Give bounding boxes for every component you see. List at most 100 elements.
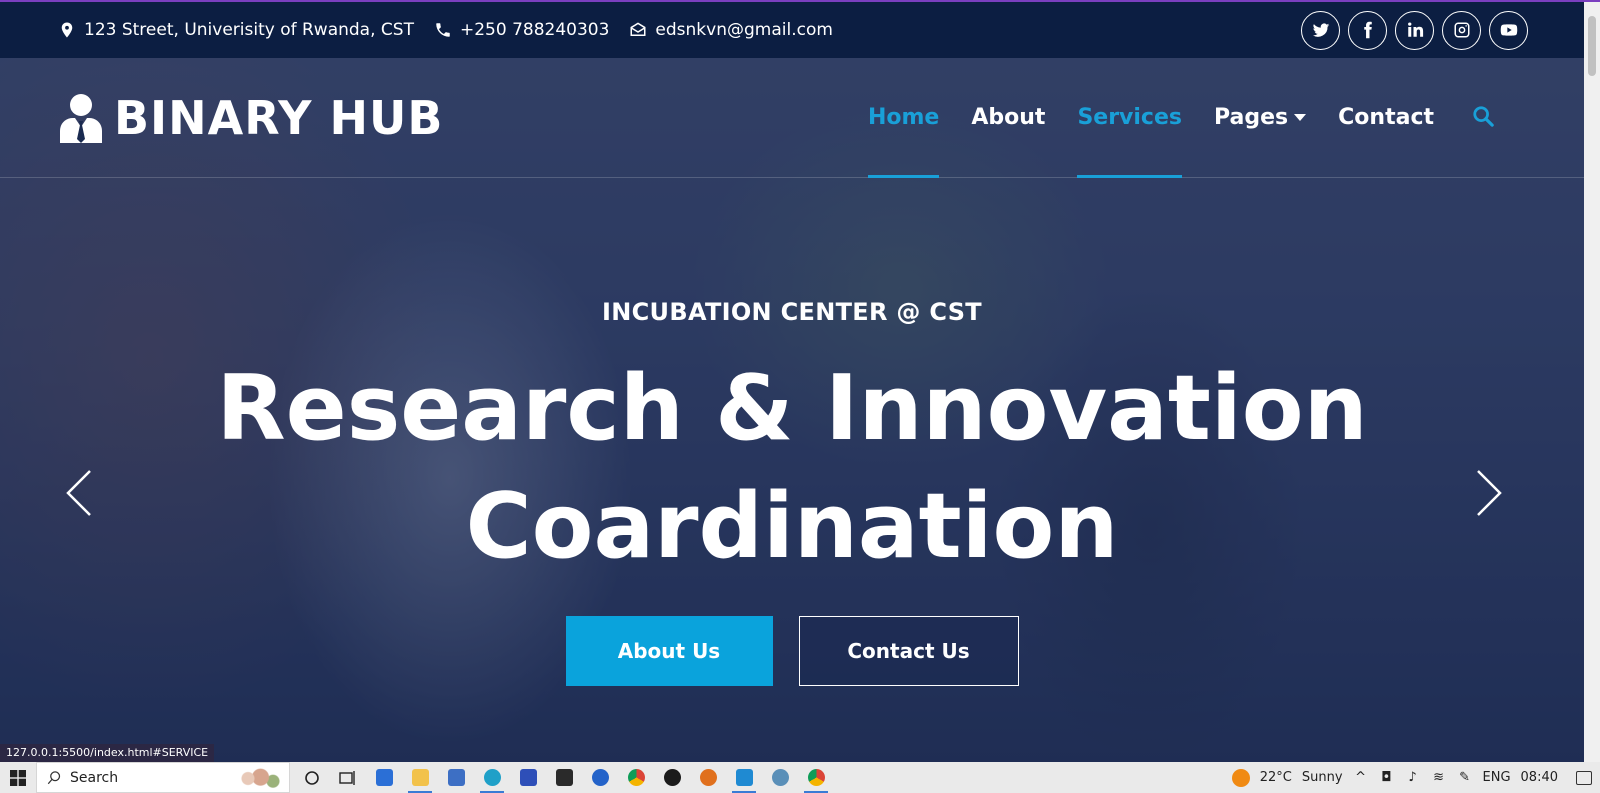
about-us-button[interactable]: About Us — [565, 616, 773, 686]
hero-headline-line1: Research & Innovation — [216, 356, 1368, 461]
vscode-app[interactable] — [726, 762, 762, 793]
taskbar-apps — [294, 762, 834, 793]
chrome-active-app[interactable] — [798, 762, 834, 793]
chrome-icon — [807, 769, 825, 786]
terminal-app[interactable] — [546, 762, 582, 793]
pen-icon[interactable]: ✎ — [1457, 770, 1473, 786]
store-app[interactable] — [366, 762, 402, 793]
search-highlight-image — [233, 765, 283, 792]
email-text: edsnkvn@gmail.com — [655, 20, 833, 40]
link-status-url: 127.0.0.1:5500/index.html#SERVICE — [0, 744, 215, 762]
weather-temp[interactable]: 22°C — [1260, 770, 1292, 785]
twitter-link[interactable] — [1301, 10, 1340, 50]
taskbar-search-label: Search — [70, 769, 119, 786]
top-contact-bar: 123 Street, Univerisity of Rwanda, CST +… — [0, 2, 1584, 58]
magnifier-app[interactable] — [762, 762, 798, 793]
task-view-icon — [339, 770, 355, 785]
news-app[interactable] — [438, 762, 474, 793]
edge-icon — [483, 769, 501, 786]
system-tray: 22°C Sunny ^ ◘ ♪ ≋ ✎ ENG 08:40 — [1231, 768, 1600, 787]
spotlight-app[interactable] — [510, 762, 546, 793]
address-item: 123 Street, Univerisity of Rwanda, CST — [58, 20, 414, 40]
nav-about[interactable]: About — [971, 58, 1045, 178]
search-tool-app[interactable] — [690, 762, 726, 793]
nav-pages-dropdown[interactable]: Pages — [1214, 58, 1307, 178]
sun-icon — [1231, 768, 1250, 787]
chrome-icon — [627, 769, 645, 786]
task-view-button[interactable] — [330, 762, 366, 793]
nav-services[interactable]: Services — [1077, 58, 1182, 178]
facebook-link[interactable] — [1348, 10, 1387, 50]
typora-icon — [591, 769, 609, 786]
phone-icon — [436, 23, 450, 37]
nav-pages-label: Pages — [1214, 105, 1289, 130]
chevron-left-icon — [66, 470, 91, 516]
search-icon — [1473, 105, 1494, 127]
hero-headline: Research & Innovation Coardination — [0, 350, 1584, 586]
facebook-icon — [1363, 21, 1372, 39]
twitter-icon — [1312, 23, 1329, 37]
phone-item: +250 788240303 — [434, 20, 609, 40]
search-icon — [47, 771, 61, 785]
youtube-icon — [1500, 24, 1517, 36]
zoom-icon — [771, 769, 789, 786]
language-indicator[interactable]: ENG — [1483, 770, 1511, 785]
carousel-prev-button[interactable] — [58, 463, 98, 523]
edge-app[interactable] — [474, 762, 510, 793]
address-text: 123 Street, Univerisity of Rwanda, CST — [84, 20, 414, 40]
envelope-open-icon — [630, 22, 646, 36]
main-navbar: BINARY HUB Home About Services Pages Con… — [0, 58, 1584, 178]
instagram-icon — [1454, 22, 1469, 38]
typora-app[interactable] — [582, 762, 618, 793]
notification-icon[interactable] — [1576, 770, 1592, 785]
file-explorer-app[interactable] — [402, 762, 438, 793]
meet-now-icon[interactable]: ◘ — [1379, 770, 1395, 786]
nav-contact[interactable]: Contact — [1338, 58, 1434, 178]
nav-menu: Home About Services Pages Contact — [852, 58, 1494, 178]
cortana-button[interactable] — [294, 762, 330, 793]
brand-name: BINARY HUB — [114, 90, 444, 145]
linkedin-link[interactable] — [1395, 10, 1434, 50]
volume-icon[interactable]: ♪ — [1405, 770, 1421, 786]
weather-text[interactable]: Sunny — [1302, 770, 1343, 785]
page-scrollbar[interactable] — [1584, 2, 1600, 762]
social-links — [1301, 10, 1528, 50]
taskbar-search[interactable]: Search — [36, 762, 290, 793]
magnifier-icon — [699, 769, 717, 786]
instagram-link[interactable] — [1442, 10, 1481, 50]
linkedin-icon — [1407, 22, 1423, 37]
chevron-up-icon[interactable]: ^ — [1353, 770, 1369, 786]
map-marker-icon — [61, 22, 73, 38]
cortana-circle-icon — [305, 770, 319, 785]
github-icon — [663, 769, 681, 786]
spotlight-icon — [519, 769, 537, 786]
search-button[interactable] — [1472, 105, 1494, 131]
brand-logo[interactable]: BINARY HUB — [58, 91, 443, 145]
news-icon — [447, 769, 465, 786]
contact-info: 123 Street, Univerisity of Rwanda, CST +… — [58, 20, 833, 40]
hero-buttons: About Us Contact Us — [0, 616, 1584, 686]
hero-carousel: BINARY HUB Home About Services Pages Con… — [0, 58, 1584, 762]
hero-kicker: INCUBATION CENTER @ CST — [602, 298, 982, 326]
scrollbar-thumb[interactable] — [1588, 16, 1596, 76]
clock-time[interactable]: 08:40 — [1521, 770, 1558, 785]
vscode-icon — [735, 769, 753, 786]
user-tie-icon — [60, 93, 102, 143]
store-icon — [375, 769, 393, 786]
chevron-right-icon — [1477, 470, 1502, 516]
wifi-icon[interactable]: ≋ — [1431, 770, 1447, 786]
chrome-app[interactable] — [618, 762, 654, 793]
nav-home[interactable]: Home — [867, 58, 940, 178]
carousel-next-button[interactable] — [1470, 463, 1510, 523]
youtube-link[interactable] — [1489, 10, 1528, 50]
email-item: edsnkvn@gmail.com — [629, 20, 833, 40]
terminal-icon — [555, 769, 573, 786]
windows-taskbar: Search 22°C Sunny ^ ◘ ♪ ≋ ✎ ENG 08:40 — [0, 762, 1600, 793]
phone-text: +250 788240303 — [459, 20, 610, 40]
folder-icon — [411, 769, 429, 786]
contact-us-button[interactable]: Contact Us — [798, 616, 1019, 686]
hero-headline-line2: Coardination — [465, 474, 1119, 579]
start-button[interactable] — [0, 762, 36, 793]
windows-logo-icon — [10, 769, 26, 786]
github-app[interactable] — [654, 762, 690, 793]
